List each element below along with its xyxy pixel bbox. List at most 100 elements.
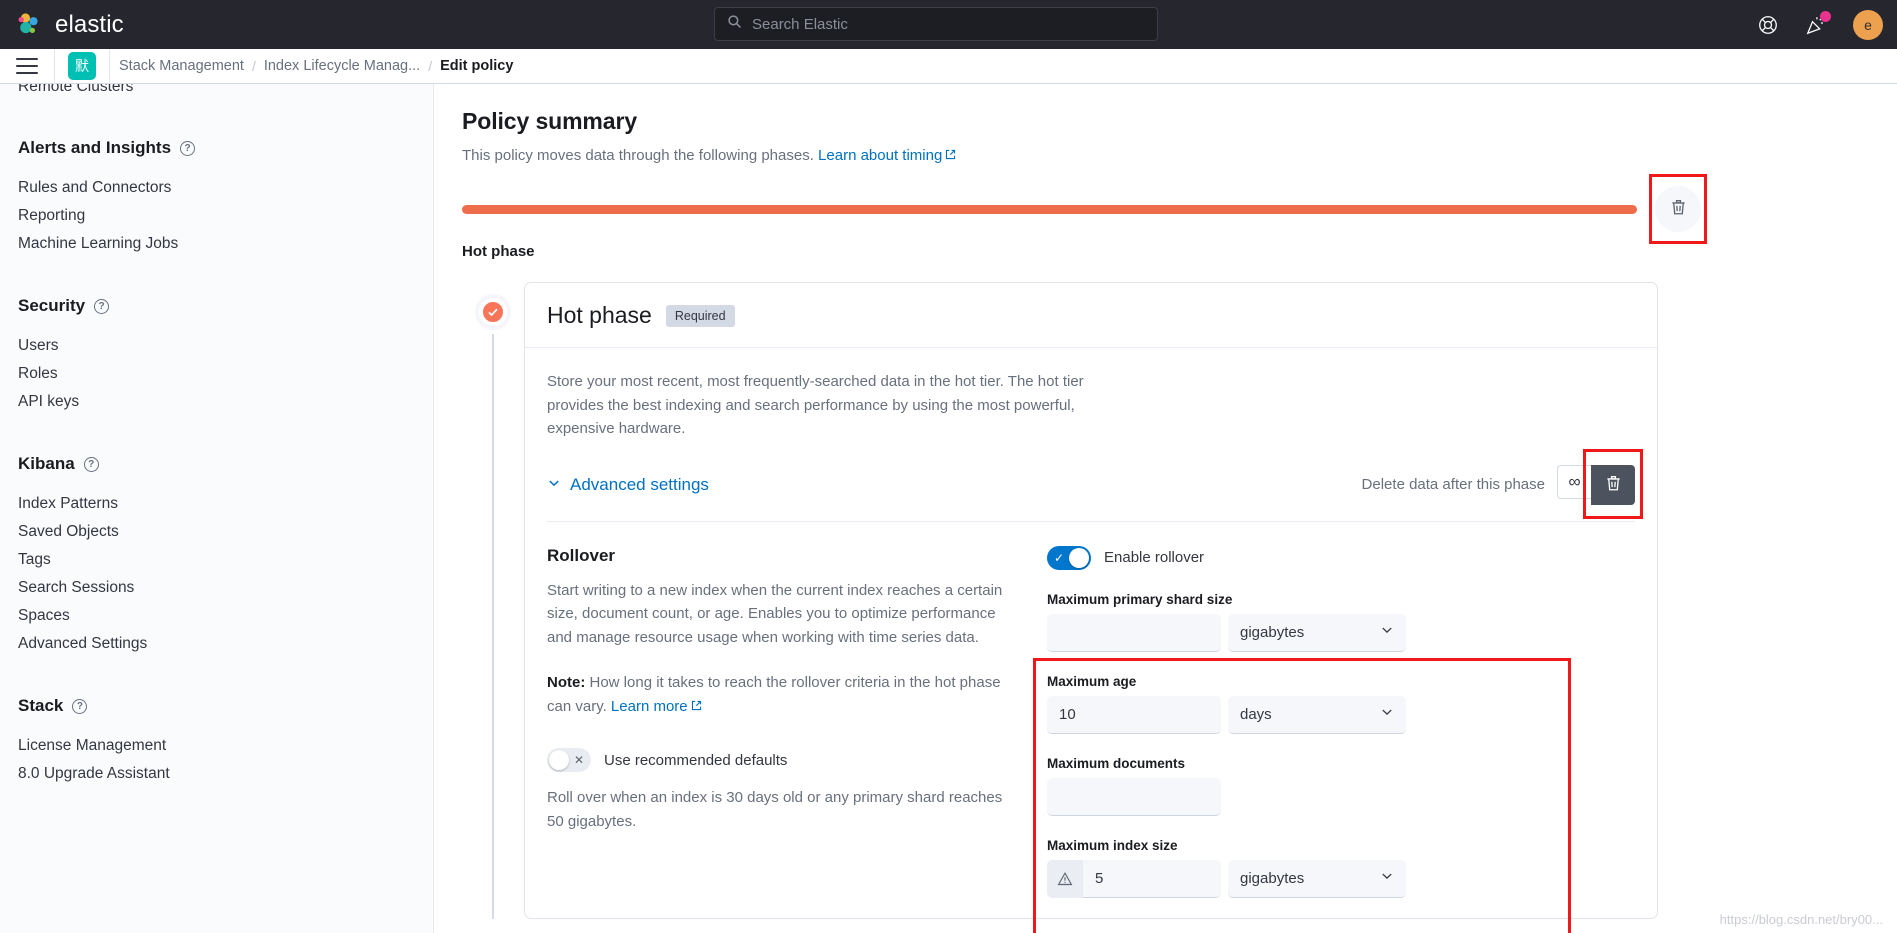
maximum-index-size-input[interactable] <box>1083 859 1221 898</box>
question-circle-icon[interactable]: ? <box>83 456 99 472</box>
question-circle-icon[interactable]: ? <box>180 140 196 156</box>
learn-about-timing-link[interactable]: Learn about timing <box>818 147 942 164</box>
maximum-index-size-unit-select[interactable]: gigabytes <box>1228 859 1406 898</box>
select-value: gigabytes <box>1240 623 1305 641</box>
breadcrumb-separator: / <box>251 58 256 74</box>
sidebar-item-roles[interactable]: Roles <box>18 360 433 388</box>
infinity-icon[interactable]: ∞ <box>1557 464 1591 499</box>
chevron-down-icon <box>1380 623 1394 641</box>
sidebar-item-index-patterns[interactable]: Index Patterns <box>18 490 433 518</box>
sidebar-group-title: Stack ? <box>18 696 433 716</box>
sidebar-item-rules-and-connectors[interactable]: Rules and Connectors <box>18 174 433 202</box>
sidebar-item-remote-clusters[interactable]: Remote Clusters <box>18 84 433 100</box>
select-value: gigabytes <box>1240 869 1305 887</box>
news-badge-dot <box>1820 10 1831 22</box>
sidebar-item-reporting[interactable]: Reporting <box>18 202 433 230</box>
field-maximum-documents: Maximum documents <box>1047 756 1607 816</box>
divider <box>54 48 55 84</box>
sidebar-item-search-sessions[interactable]: Search Sessions <box>18 574 433 602</box>
breadcrumb-item-ilm[interactable]: Index Lifecycle Manag... <box>264 58 420 74</box>
space-badge[interactable]: 默 <box>68 52 96 80</box>
group-title-label: Stack <box>18 696 64 715</box>
chevron-down-icon <box>547 475 561 495</box>
rollover-right-column: ✓ Enable rollover Maximum primary shard … <box>1033 545 1607 933</box>
status-badge: Required <box>665 304 735 327</box>
question-circle-icon[interactable]: ? <box>94 298 110 314</box>
maximum-age-input[interactable] <box>1047 695 1221 734</box>
chevron-down-icon <box>1380 705 1394 723</box>
sidebar-group-security: Security ? Users Roles API keys <box>18 296 433 416</box>
hot-phase-timeline-bar <box>462 204 1637 214</box>
sidebar-item-tags[interactable]: Tags <box>18 546 433 574</box>
learn-more-link[interactable]: Learn more <box>611 698 688 715</box>
enable-rollover-toggle[interactable]: ✓ <box>1047 545 1091 570</box>
global-search[interactable]: Search Elastic <box>714 7 1158 41</box>
delete-button-group: ∞ <box>1557 464 1635 505</box>
field-label: Maximum primary shard size <box>1047 591 1233 607</box>
warning-triangle-icon <box>1047 859 1083 898</box>
help-lifering-icon[interactable] <box>1757 14 1779 36</box>
breadcrumb-separator: / <box>428 58 433 74</box>
external-link-icon <box>945 147 956 160</box>
check-circle-icon <box>479 298 507 326</box>
search-input[interactable]: Search Elastic <box>752 16 848 33</box>
main-content: Policy summary This policy moves data th… <box>434 84 1897 933</box>
rollover-description: Start writing to a new index when the cu… <box>547 581 1003 646</box>
watermark: https://blog.csdn.net/bry00... <box>1719 912 1883 927</box>
maximum-primary-shard-size-input[interactable] <box>1047 613 1221 652</box>
maximum-age-unit-select[interactable]: days <box>1228 695 1406 734</box>
maximum-index-size-field <box>1047 859 1221 898</box>
timeline-delete-phase-button[interactable] <box>1655 186 1701 232</box>
maximum-primary-shard-size-unit-select[interactable]: gigabytes <box>1228 613 1406 652</box>
delete-data-control: Delete data after this phase ∞ <box>1361 448 1643 519</box>
note-prefix: Note: <box>547 674 586 691</box>
rollover-title: Rollover <box>547 545 616 565</box>
sidebar-item-license-management[interactable]: License Management <box>18 732 433 760</box>
phase-card-body: Store your most recent, most frequently-… <box>525 348 1657 933</box>
sidebar-group-stack: Stack ? License Management 8.0 Upgrade A… <box>18 696 433 788</box>
use-recommended-defaults-row: ✕ Use recommended defaults <box>547 748 1007 772</box>
toggle-mark: ✕ <box>573 753 585 767</box>
sidebar-item-upgrade-assistant[interactable]: 8.0 Upgrade Assistant <box>18 760 433 788</box>
sidebar-item-api-keys[interactable]: API keys <box>18 388 433 416</box>
sidebar-item-spaces[interactable]: Spaces <box>18 602 433 630</box>
chevron-down-icon <box>1380 869 1394 887</box>
news-announcement-icon[interactable] <box>1805 10 1831 36</box>
sidebar-item-advanced-settings[interactable]: Advanced Settings <box>18 630 433 658</box>
settings-sidebar: Remote Clusters Alerts and Insights ? Ru… <box>0 84 434 933</box>
defaults-description: Roll over when an index is 30 days old o… <box>547 789 1003 830</box>
sidebar-item-machine-learning-jobs[interactable]: Machine Learning Jobs <box>18 230 433 258</box>
toggle-mark: ✓ <box>1053 550 1065 565</box>
breadcrumb-bar: 默 Stack Management / Index Lifecycle Man… <box>0 48 1897 84</box>
question-circle-icon[interactable]: ? <box>72 698 88 714</box>
field-label: Maximum age <box>1047 673 1137 689</box>
phase-title: Hot phase <box>547 302 652 328</box>
delete-phase-button[interactable] <box>1591 464 1635 505</box>
use-recommended-defaults-label: Use recommended defaults <box>604 751 788 769</box>
sidebar-item-saved-objects[interactable]: Saved Objects <box>18 518 433 546</box>
hamburger-menu-icon[interactable] <box>16 58 38 74</box>
advanced-settings-row: Advanced settings Delete data after this… <box>547 448 1643 522</box>
rollover-left-column: Rollover Start writing to a new index wh… <box>547 546 1047 898</box>
sidebar-group-title: Alerts and Insights ? <box>18 138 433 158</box>
field-maximum-primary-shard-size: Maximum primary shard size gigabytes <box>1047 592 1607 652</box>
breadcrumb-item-stack-management[interactable]: Stack Management <box>119 58 244 74</box>
sidebar-item-users[interactable]: Users <box>18 332 433 360</box>
page-title: Policy summary <box>462 108 638 134</box>
elastic-logo-icon <box>16 11 44 39</box>
maximum-documents-input[interactable] <box>1047 777 1221 816</box>
field-label: Maximum documents <box>1047 755 1186 771</box>
rollover-section: Rollover Start writing to a new index wh… <box>547 545 1635 933</box>
timeline-delete-wrap <box>1649 174 1707 244</box>
advanced-settings-toggle[interactable]: Advanced settings <box>547 475 709 495</box>
timeline-phase-label: Hot phase <box>462 243 535 260</box>
avatar[interactable]: e <box>1853 9 1883 40</box>
breadcrumb-item-edit-policy[interactable]: Edit policy <box>440 58 513 74</box>
brand-area[interactable]: elastic <box>0 11 300 39</box>
delete-data-label: Delete data after this phase <box>1361 476 1545 493</box>
page-subtitle-text: This policy moves data through the follo… <box>462 147 814 164</box>
use-recommended-defaults-toggle[interactable]: ✕ <box>547 748 591 772</box>
field-maximum-index-size: Maximum index size 5 gigabytes <box>1047 838 1607 898</box>
header-icon-group: e <box>1757 0 1883 49</box>
sidebar-group-title: Security ? <box>18 296 433 316</box>
